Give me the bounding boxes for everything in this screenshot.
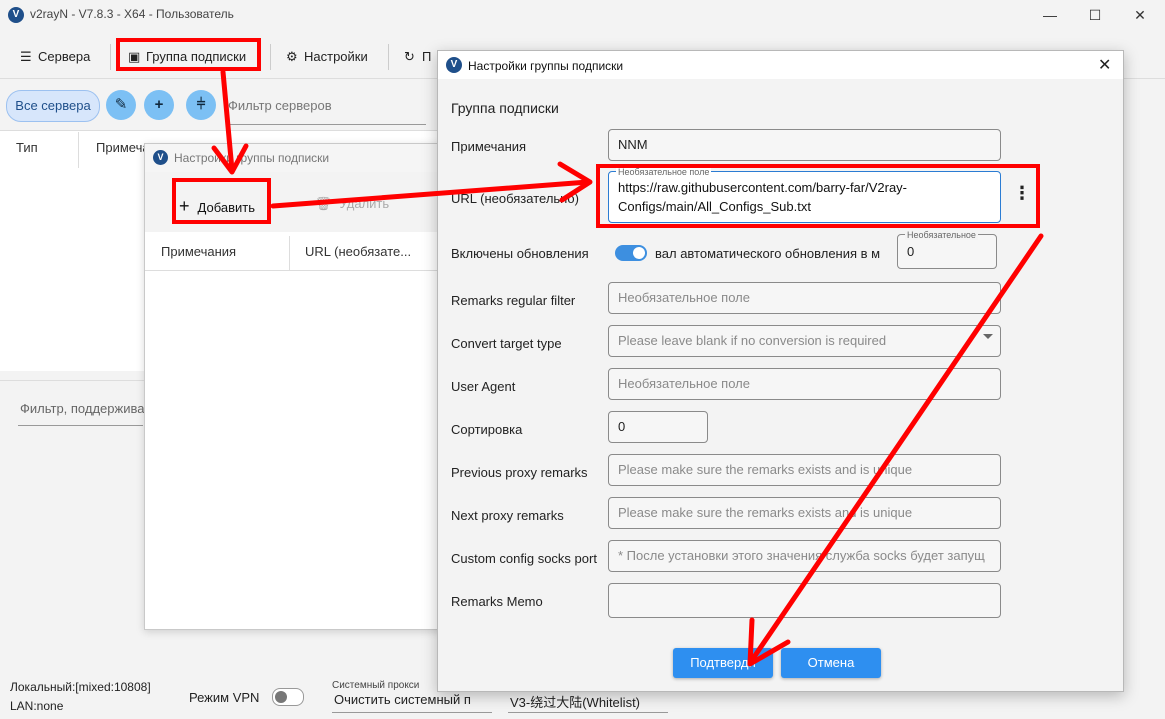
annotation-arrows [211,69,1044,667]
arrow-to-add-button [220,69,235,173]
arrow-to-confirm-button [749,233,1044,663]
arrow-to-url-field [270,179,591,209]
